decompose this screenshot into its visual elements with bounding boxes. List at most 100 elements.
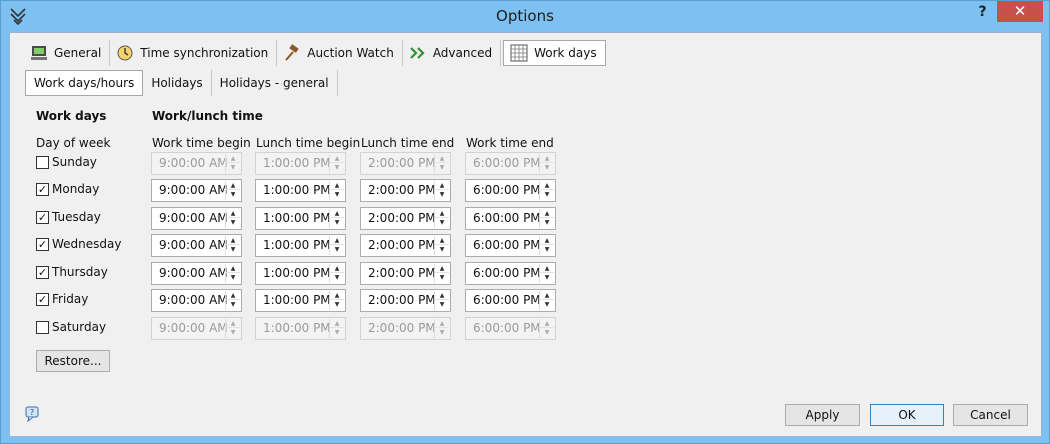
spin-up-icon[interactable]: ▲ xyxy=(540,209,554,218)
tab-auction-watch[interactable]: Auction Watch xyxy=(277,40,403,66)
spin-up-icon[interactable]: ▲ xyxy=(540,319,554,328)
saturday-lunch-begin-time-field[interactable]: 1:00:00 PM ▲ ▼ xyxy=(255,317,346,340)
wednesday-lunch-end-time-field[interactable]: 2:00:00 PM ▲ ▼ xyxy=(360,234,451,257)
thursday-lunch-end-time-field[interactable]: 2:00:00 PM ▲ ▼ xyxy=(360,262,451,285)
spin-down-icon[interactable]: ▼ xyxy=(435,328,449,337)
spin-down-icon[interactable]: ▼ xyxy=(226,328,240,337)
spin-up-icon[interactable]: ▲ xyxy=(435,319,449,328)
saturday-checkbox[interactable] xyxy=(36,321,49,334)
spin-up-icon[interactable]: ▲ xyxy=(435,236,449,245)
tuesday-work-begin-time-field[interactable]: 9:00:00 AM ▲ ▼ xyxy=(151,207,242,230)
thursday-lunch-begin-time-field[interactable]: 1:00:00 PM ▲ ▼ xyxy=(255,262,346,285)
friday-lunch-end-time-field[interactable]: 2:00:00 PM ▲ ▼ xyxy=(360,289,451,312)
spin-down-icon[interactable]: ▼ xyxy=(330,328,344,337)
tab-advanced[interactable]: Advanced xyxy=(403,40,502,66)
tuesday-checkbox[interactable]: ✓ xyxy=(36,211,49,224)
thursday-checkbox[interactable]: ✓ xyxy=(36,266,49,279)
saturday-lunch-end-time-field[interactable]: 2:00:00 PM ▲ ▼ xyxy=(360,317,451,340)
spin-up-icon[interactable]: ▲ xyxy=(330,181,344,190)
friday-checkbox[interactable]: ✓ xyxy=(36,293,49,306)
spin-up-icon[interactable]: ▲ xyxy=(540,236,554,245)
monday-lunch-end-time-field[interactable]: 2:00:00 PM ▲ ▼ xyxy=(360,179,451,202)
spin-down-icon[interactable]: ▼ xyxy=(226,218,240,227)
monday-work-end-time-field[interactable]: 6:00:00 PM ▲ ▼ xyxy=(465,179,556,202)
spin-up-icon[interactable]: ▲ xyxy=(226,291,240,300)
wednesday-checkbox[interactable]: ✓ xyxy=(36,238,49,251)
spin-up-icon[interactable]: ▲ xyxy=(330,209,344,218)
monday-checkbox[interactable]: ✓ xyxy=(36,183,49,196)
wednesday-lunch-begin-time-field[interactable]: 1:00:00 PM ▲ ▼ xyxy=(255,234,346,257)
spin-up-icon[interactable]: ▲ xyxy=(540,154,554,163)
spin-up-icon[interactable]: ▲ xyxy=(226,236,240,245)
spin-up-icon[interactable]: ▲ xyxy=(226,319,240,328)
friday-work-end-time-field[interactable]: 6:00:00 PM ▲ ▼ xyxy=(465,289,556,312)
cancel-button[interactable]: Cancel xyxy=(953,404,1028,426)
spin-up-icon[interactable]: ▲ xyxy=(540,264,554,273)
wednesday-work-end-time-field[interactable]: 6:00:00 PM ▲ ▼ xyxy=(465,234,556,257)
saturday-work-end-time-field[interactable]: 6:00:00 PM ▲ ▼ xyxy=(465,317,556,340)
monday-work-begin-time-field[interactable]: 9:00:00 AM ▲ ▼ xyxy=(151,179,242,202)
spin-up-icon[interactable]: ▲ xyxy=(435,264,449,273)
close-button[interactable]: ✕ xyxy=(997,1,1043,22)
spin-up-icon[interactable]: ▲ xyxy=(226,181,240,190)
spin-down-icon[interactable]: ▼ xyxy=(540,245,554,254)
spin-down-icon[interactable]: ▼ xyxy=(226,163,240,172)
spin-up-icon[interactable]: ▲ xyxy=(226,154,240,163)
spin-down-icon[interactable]: ▼ xyxy=(226,300,240,309)
spin-down-icon[interactable]: ▼ xyxy=(540,218,554,227)
spin-down-icon[interactable]: ▼ xyxy=(330,218,344,227)
restore-button[interactable]: Restore... xyxy=(36,350,110,372)
spin-up-icon[interactable]: ▲ xyxy=(330,291,344,300)
sunday-checkbox[interactable] xyxy=(36,156,49,169)
subtab-holidays[interactable]: Holidays xyxy=(143,70,212,96)
tab-general[interactable]: General xyxy=(24,40,111,66)
title-bar[interactable]: Options ? ✕ xyxy=(1,1,1049,32)
apply-button[interactable]: Apply xyxy=(785,404,860,426)
spin-up-icon[interactable]: ▲ xyxy=(226,209,240,218)
thursday-work-begin-time-field[interactable]: 9:00:00 AM ▲ ▼ xyxy=(151,262,242,285)
spin-down-icon[interactable]: ▼ xyxy=(435,245,449,254)
spin-up-icon[interactable]: ▲ xyxy=(330,319,344,328)
spin-down-icon[interactable]: ▼ xyxy=(435,300,449,309)
subtab-work-days-hours[interactable]: Work days/hours xyxy=(25,70,144,96)
friday-lunch-begin-time-field[interactable]: 1:00:00 PM ▲ ▼ xyxy=(255,289,346,312)
ok-button[interactable]: OK xyxy=(870,404,944,426)
monday-lunch-begin-time-field[interactable]: 1:00:00 PM ▲ ▼ xyxy=(255,179,346,202)
spin-down-icon[interactable]: ▼ xyxy=(226,245,240,254)
spin-up-icon[interactable]: ▲ xyxy=(435,209,449,218)
spin-down-icon[interactable]: ▼ xyxy=(540,328,554,337)
help-balloon-icon[interactable]: ? xyxy=(25,406,41,422)
tuesday-lunch-begin-time-field[interactable]: 1:00:00 PM ▲ ▼ xyxy=(255,207,346,230)
tab-time-synchronization[interactable]: Time synchronization xyxy=(110,40,278,66)
spin-down-icon[interactable]: ▼ xyxy=(435,218,449,227)
spin-down-icon[interactable]: ▼ xyxy=(540,163,554,172)
friday-work-begin-time-field[interactable]: 9:00:00 AM ▲ ▼ xyxy=(151,289,242,312)
sunday-lunch-end-time-field[interactable]: 2:00:00 PM ▲ ▼ xyxy=(360,152,451,175)
spin-down-icon[interactable]: ▼ xyxy=(330,190,344,199)
spin-down-icon[interactable]: ▼ xyxy=(435,190,449,199)
sunday-work-begin-time-field[interactable]: 9:00:00 AM ▲ ▼ xyxy=(151,152,242,175)
spin-up-icon[interactable]: ▲ xyxy=(540,181,554,190)
spin-down-icon[interactable]: ▼ xyxy=(226,273,240,282)
spin-up-icon[interactable]: ▲ xyxy=(330,264,344,273)
wednesday-work-begin-time-field[interactable]: 9:00:00 AM ▲ ▼ xyxy=(151,234,242,257)
subtab-holidays-general[interactable]: Holidays - general xyxy=(212,70,338,96)
tab-work-days[interactable]: Work days xyxy=(503,40,606,66)
sunday-work-end-time-field[interactable]: 6:00:00 PM ▲ ▼ xyxy=(465,152,556,175)
sunday-lunch-begin-time-field[interactable]: 1:00:00 PM ▲ ▼ xyxy=(255,152,346,175)
tuesday-lunch-end-time-field[interactable]: 2:00:00 PM ▲ ▼ xyxy=(360,207,451,230)
thursday-work-end-time-field[interactable]: 6:00:00 PM ▲ ▼ xyxy=(465,262,556,285)
spin-up-icon[interactable]: ▲ xyxy=(435,181,449,190)
tuesday-work-end-time-field[interactable]: 6:00:00 PM ▲ ▼ xyxy=(465,207,556,230)
spin-down-icon[interactable]: ▼ xyxy=(330,163,344,172)
spin-up-icon[interactable]: ▲ xyxy=(330,236,344,245)
spin-up-icon[interactable]: ▲ xyxy=(435,291,449,300)
spin-up-icon[interactable]: ▲ xyxy=(226,264,240,273)
spin-down-icon[interactable]: ▼ xyxy=(330,273,344,282)
spin-up-icon[interactable]: ▲ xyxy=(540,291,554,300)
spin-up-icon[interactable]: ▲ xyxy=(435,154,449,163)
spin-down-icon[interactable]: ▼ xyxy=(540,273,554,282)
spin-down-icon[interactable]: ▼ xyxy=(330,300,344,309)
help-button[interactable]: ? xyxy=(969,1,996,23)
spin-down-icon[interactable]: ▼ xyxy=(540,300,554,309)
